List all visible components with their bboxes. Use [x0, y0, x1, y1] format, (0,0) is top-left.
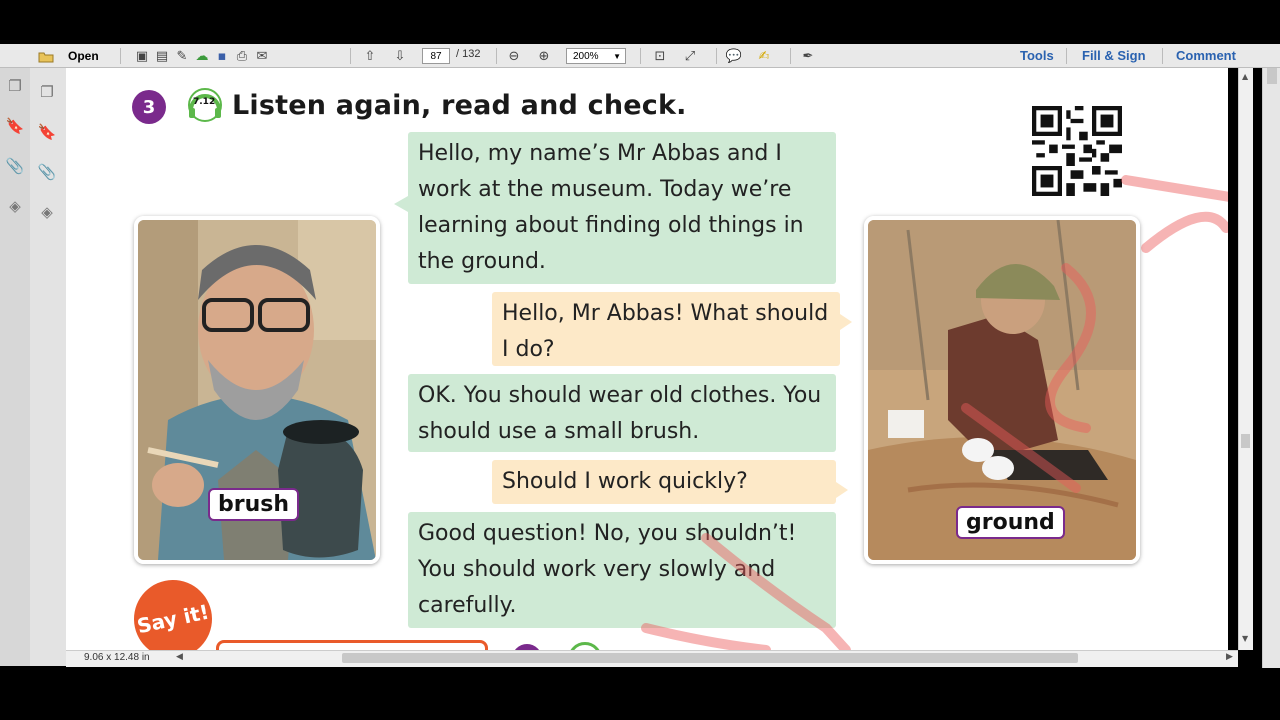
scroll-up-icon[interactable]: ▲ — [1242, 72, 1248, 81]
acrobat-toolbar: Open ▣ ▤ ✎ ☁ ▪ ⎙ ✉ ⇧ ⇩ ⊖ ⊕ ⊡ ⤢ 💬 ✍ ✒ Too… — [0, 44, 1280, 68]
attachments-panel-icon[interactable]: 📎 — [32, 160, 62, 184]
fit-page-icon[interactable]: ⊡ — [650, 47, 670, 65]
layers-icon[interactable]: ◈ — [0, 194, 30, 218]
email-icon[interactable]: ✉ — [252, 47, 272, 65]
pages-panel-icon[interactable]: ❐ — [32, 80, 62, 104]
sign-icon[interactable]: ✒ — [798, 47, 818, 65]
zoom-in-icon[interactable]: ⊕ — [534, 47, 554, 65]
outer-scroll-thumb[interactable] — [1267, 68, 1277, 84]
prev-page-icon[interactable]: ⇧ — [360, 47, 380, 65]
scroll-down-icon[interactable]: ▼ — [1242, 634, 1248, 643]
print-icon[interactable]: ⎙ — [232, 47, 252, 65]
fill-sign-link[interactable]: Fill & Sign — [1082, 48, 1146, 63]
next-page-icon[interactable]: ⇩ — [390, 47, 410, 65]
navigation-pane-secondary: ❐ 🔖 📎 ◈ — [30, 68, 66, 666]
page-size-text: 9.06 x 12.48 in — [84, 652, 150, 663]
open-label: Open — [68, 49, 99, 63]
document-page: 3 7.12 Listen again, read and check. bru… — [66, 68, 1228, 650]
chevron-down-icon: ▼ — [613, 52, 621, 61]
attachments-icon[interactable]: 📎 — [0, 154, 30, 178]
zoom-value: 200% — [573, 51, 599, 62]
horizontal-scroll-thumb[interactable] — [342, 653, 1078, 663]
page-size-status: 9.06 x 12.48 in — [0, 650, 190, 666]
bookmarks-panel-icon[interactable]: 🔖 — [32, 120, 62, 144]
navigation-pane: ❐ 🔖 📎 ◈ — [0, 68, 31, 666]
cloud-upload-icon[interactable]: ☁ — [192, 47, 212, 65]
zoom-select[interactable]: 200% ▼ — [566, 48, 626, 64]
comment-link[interactable]: Comment — [1176, 48, 1236, 63]
vertical-scroll-thumb[interactable] — [1241, 434, 1250, 448]
vertical-scrollbar[interactable]: ▲ ▼ — [1238, 68, 1253, 650]
open-button[interactable]: Open — [36, 47, 99, 65]
folder-icon — [36, 47, 56, 65]
comment-bubble-icon[interactable]: 💬 — [724, 47, 744, 65]
bookmarks-icon[interactable]: 🔖 — [0, 114, 30, 138]
pages-icon[interactable]: ❐ — [0, 74, 30, 98]
fit-width-icon[interactable]: ⤢ — [680, 47, 700, 65]
page-number-input[interactable]: 87 — [422, 48, 450, 64]
tools-link[interactable]: Tools — [1020, 48, 1054, 63]
outer-vertical-scrollbar[interactable] — [1262, 68, 1280, 668]
annotation-scribbles — [641, 175, 1228, 650]
save-icon[interactable]: ▪ — [212, 47, 232, 65]
page-total: / 132 — [456, 48, 481, 60]
zoom-out-icon[interactable]: ⊖ — [504, 47, 524, 65]
layers-panel-icon[interactable]: ◈ — [32, 200, 62, 224]
scroll-right-icon[interactable]: ▶ — [1226, 652, 1233, 662]
combine-icon[interactable]: ▤ — [152, 47, 172, 65]
create-pdf-icon[interactable]: ▣ — [132, 47, 152, 65]
edit-icon[interactable]: ✎ — [172, 47, 192, 65]
highlight-icon[interactable]: ✍ — [754, 47, 774, 65]
